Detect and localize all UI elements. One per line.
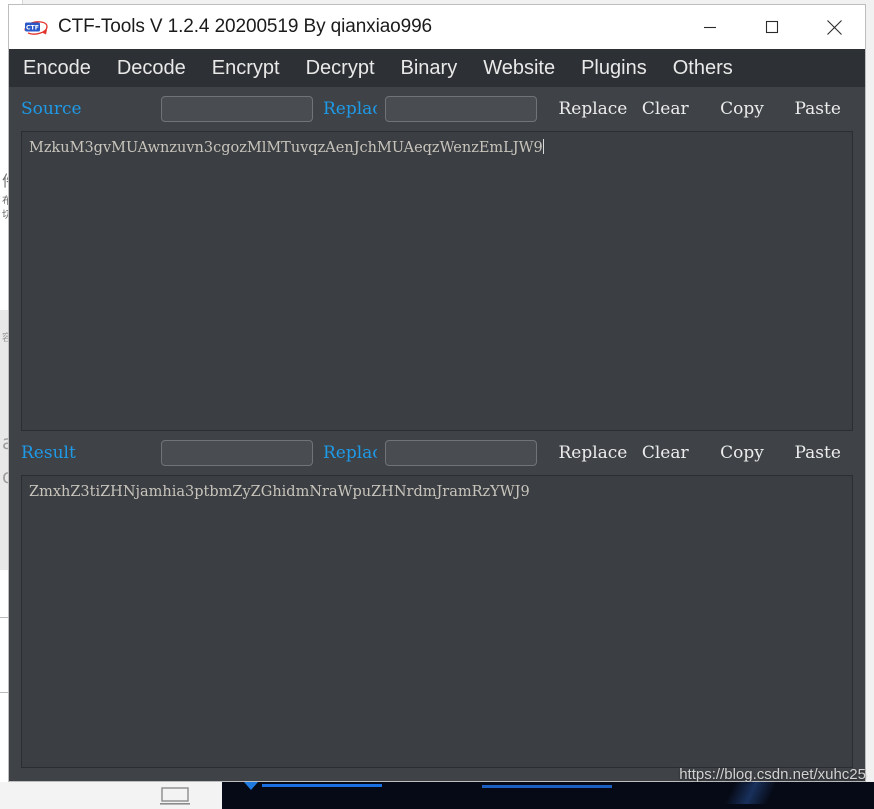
result-find-input[interactable]: [161, 440, 313, 466]
result-paste-button[interactable]: Paste: [782, 443, 853, 463]
menu-item-decrypt[interactable]: Decrypt: [306, 57, 375, 80]
result-replace-label: Replace: [323, 443, 377, 463]
source-textarea[interactable]: MzkuM3gvMUAwnzuvn3cgozMlMTuvqzAenJchMUAe…: [21, 131, 853, 431]
wallpaper-chevron: [244, 782, 258, 790]
source-replace-label: Replace: [323, 99, 377, 119]
result-replace-button[interactable]: Replace: [555, 443, 631, 463]
wallpaper-streak: [652, 782, 852, 804]
title-bar[interactable]: CTF CTF-Tools V 1.2.4 20200519 By qianxi…: [9, 5, 865, 49]
result-clear-button[interactable]: Clear: [631, 443, 700, 463]
app-body: Source Replace Replace Clear Copy Paste …: [9, 87, 865, 781]
source-replace-button[interactable]: Replace: [555, 99, 631, 119]
minimize-icon: [704, 26, 716, 29]
result-text: ZmxhZ3tiZHNjamhia3ptbmZyZGhidmNraWpuZHNr…: [29, 484, 530, 500]
menu-item-others[interactable]: Others: [673, 57, 733, 80]
minimize-button[interactable]: [679, 5, 741, 49]
source-paste-button[interactable]: Paste: [782, 99, 853, 119]
menu-item-plugins[interactable]: Plugins: [581, 57, 647, 80]
result-toolbar: Result Replace Replace Clear Copy Paste: [21, 431, 853, 475]
ctf-app-icon: CTF: [23, 17, 49, 37]
window-title: CTF-Tools V 1.2.4 20200519 By qianxiao99…: [58, 16, 433, 37]
svg-text:CTF: CTF: [26, 24, 39, 31]
source-clear-button[interactable]: Clear: [631, 99, 700, 119]
source-toolbar: Source Replace Replace Clear Copy Paste: [21, 87, 853, 131]
result-textarea[interactable]: ZmxhZ3tiZHNjamhia3ptbmZyZGhidmNraWpuZHNr…: [21, 475, 853, 768]
menu-item-decode[interactable]: Decode: [117, 57, 186, 80]
menu-item-encode[interactable]: Encode: [23, 57, 91, 80]
text-cursor: [542, 139, 544, 154]
close-button[interactable]: [803, 5, 865, 49]
wallpaper-bar-2: [482, 785, 612, 788]
maximize-icon: [765, 20, 779, 34]
result-label: Result: [21, 443, 76, 463]
menu-item-encrypt[interactable]: Encrypt: [212, 57, 280, 80]
ctf-tools-window: CTF CTF-Tools V 1.2.4 20200519 By qianxi…: [8, 4, 866, 782]
close-icon: [826, 19, 842, 35]
source-text: MzkuM3gvMUAwnzuvn3cgozMlMTuvqzAenJchMUAe…: [29, 140, 543, 156]
source-label: Source: [21, 99, 82, 119]
taskbar[interactable]: [0, 782, 874, 809]
wallpaper-bar-1: [262, 784, 382, 787]
maximize-button[interactable]: [741, 5, 803, 49]
monitor-icon[interactable]: [160, 786, 190, 805]
source-replace-input[interactable]: [385, 96, 537, 122]
menu-bar: Encode Decode Encrypt Decrypt Binary Web…: [9, 49, 865, 87]
taskbar-wallpaper-strip: [222, 782, 874, 809]
menu-item-binary[interactable]: Binary: [401, 57, 458, 80]
source-find-input[interactable]: [161, 96, 313, 122]
menu-item-website[interactable]: Website: [483, 57, 555, 80]
source-copy-button[interactable]: Copy: [708, 99, 777, 119]
window-controls: [679, 5, 865, 49]
result-replace-input[interactable]: [385, 440, 537, 466]
result-copy-button[interactable]: Copy: [708, 443, 777, 463]
